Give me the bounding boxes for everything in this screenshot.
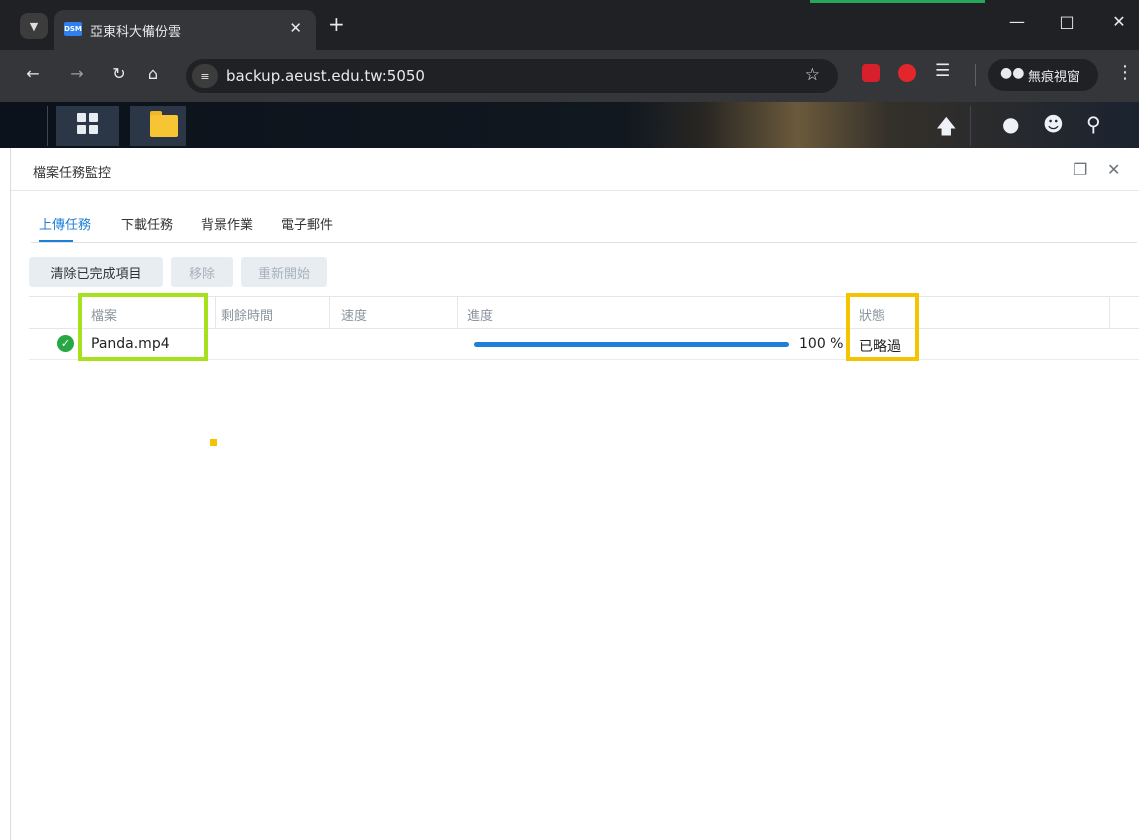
tab-background-tasks[interactable]: 背景作業: [201, 214, 253, 233]
progress-bar-fill: [474, 342, 789, 347]
tab-close-icon[interactable]: ✕: [289, 19, 302, 37]
back-icon[interactable]: ←: [22, 64, 44, 83]
browser-tab[interactable]: DSM 亞東科大備份雲 ✕: [54, 10, 316, 50]
extension-hand-icon[interactable]: [898, 64, 916, 82]
cursor-marker: [210, 439, 217, 446]
column-header-speed[interactable]: 速度: [341, 305, 367, 324]
main-menu-icon[interactable]: [77, 113, 99, 135]
status-column-highlight: [846, 293, 919, 361]
progress-bar: [474, 342, 789, 347]
dsm-favicon-icon: DSM: [64, 22, 82, 36]
file-station-icon[interactable]: [150, 111, 178, 137]
toolbar-divider: [975, 64, 976, 86]
home-icon[interactable]: ⌂: [142, 64, 164, 83]
bookmark-star-icon[interactable]: ☆: [805, 65, 820, 85]
browser-tab-strip: ▼ DSM 亞東科大備份雲 ✕ + — □ ✕: [0, 0, 1139, 50]
url-text: backup.aeust.edu.tw:5050: [226, 67, 425, 85]
tab-email[interactable]: 電子郵件: [281, 214, 333, 233]
file-column-highlight: [78, 293, 208, 361]
incognito-label: 無痕視窗: [1028, 70, 1081, 85]
file-task-monitor-window: 檔案任務監控 ❐ ✕ 上傳任務 下載任務 背景作業 電子郵件 清除已完成項目 移…: [10, 148, 1139, 840]
incognito-indicator[interactable]: ●● 無痕視窗: [988, 59, 1098, 91]
taskbar-separator: [47, 106, 48, 146]
column-separator: [457, 297, 458, 328]
address-bar[interactable]: ≡ backup.aeust.edu.tw:5050 ☆: [186, 59, 838, 93]
success-check-icon: ✓: [57, 335, 74, 352]
column-separator: [215, 297, 216, 328]
forward-icon[interactable]: →: [66, 64, 88, 83]
site-info-icon[interactable]: ≡: [192, 64, 218, 88]
user-icon[interactable]: ☻: [1043, 112, 1064, 136]
extensions-puzzle-icon[interactable]: ☰: [935, 61, 950, 81]
column-header-remaining-time[interactable]: 剩餘時間: [221, 305, 273, 324]
clear-completed-button[interactable]: 清除已完成項目: [29, 257, 163, 287]
progress-percent: 100 %: [799, 336, 844, 352]
tab-download[interactable]: 下載任務: [121, 214, 173, 233]
incognito-icon: ●●: [1000, 65, 1025, 81]
chevron-down-icon: ▼: [29, 19, 39, 33]
window-title: 檔案任務監控: [33, 166, 112, 181]
tab-upload[interactable]: 上傳任務: [39, 214, 91, 233]
new-tab-button[interactable]: +: [328, 12, 345, 36]
minimize-icon[interactable]: —: [1002, 12, 1032, 31]
tab-search-button[interactable]: ▼: [20, 13, 48, 39]
close-window-icon[interactable]: ✕: [1107, 160, 1120, 179]
window-close-icon[interactable]: ✕: [1104, 12, 1134, 31]
restore-window-icon[interactable]: ❐: [1073, 160, 1087, 179]
window-accent-strip: [810, 0, 985, 3]
title-divider: [11, 190, 1139, 191]
column-separator: [329, 297, 330, 328]
reload-icon[interactable]: ↻: [108, 64, 130, 83]
column-header-progress[interactable]: 進度: [467, 305, 493, 324]
upload-queue-icon[interactable]: 🡅: [936, 112, 957, 146]
column-separator: [1109, 297, 1110, 328]
restart-button[interactable]: 重新開始: [241, 257, 327, 287]
browser-menu-icon[interactable]: ⋮: [1116, 62, 1134, 83]
tab-divider: [31, 242, 1137, 243]
extension-red-icon[interactable]: [862, 64, 880, 82]
search-icon[interactable]: ⚲: [1086, 112, 1101, 136]
remove-button[interactable]: 移除: [171, 257, 233, 287]
taskbar-separator: [970, 106, 971, 146]
notification-icon[interactable]: ●: [1002, 112, 1019, 136]
maximize-icon[interactable]: □: [1052, 12, 1082, 31]
browser-toolbar: ← → ↻ ⌂ ≡ backup.aeust.edu.tw:5050 ☆: [0, 50, 1139, 102]
tab-title: 亞東科大備份雲: [90, 25, 182, 40]
